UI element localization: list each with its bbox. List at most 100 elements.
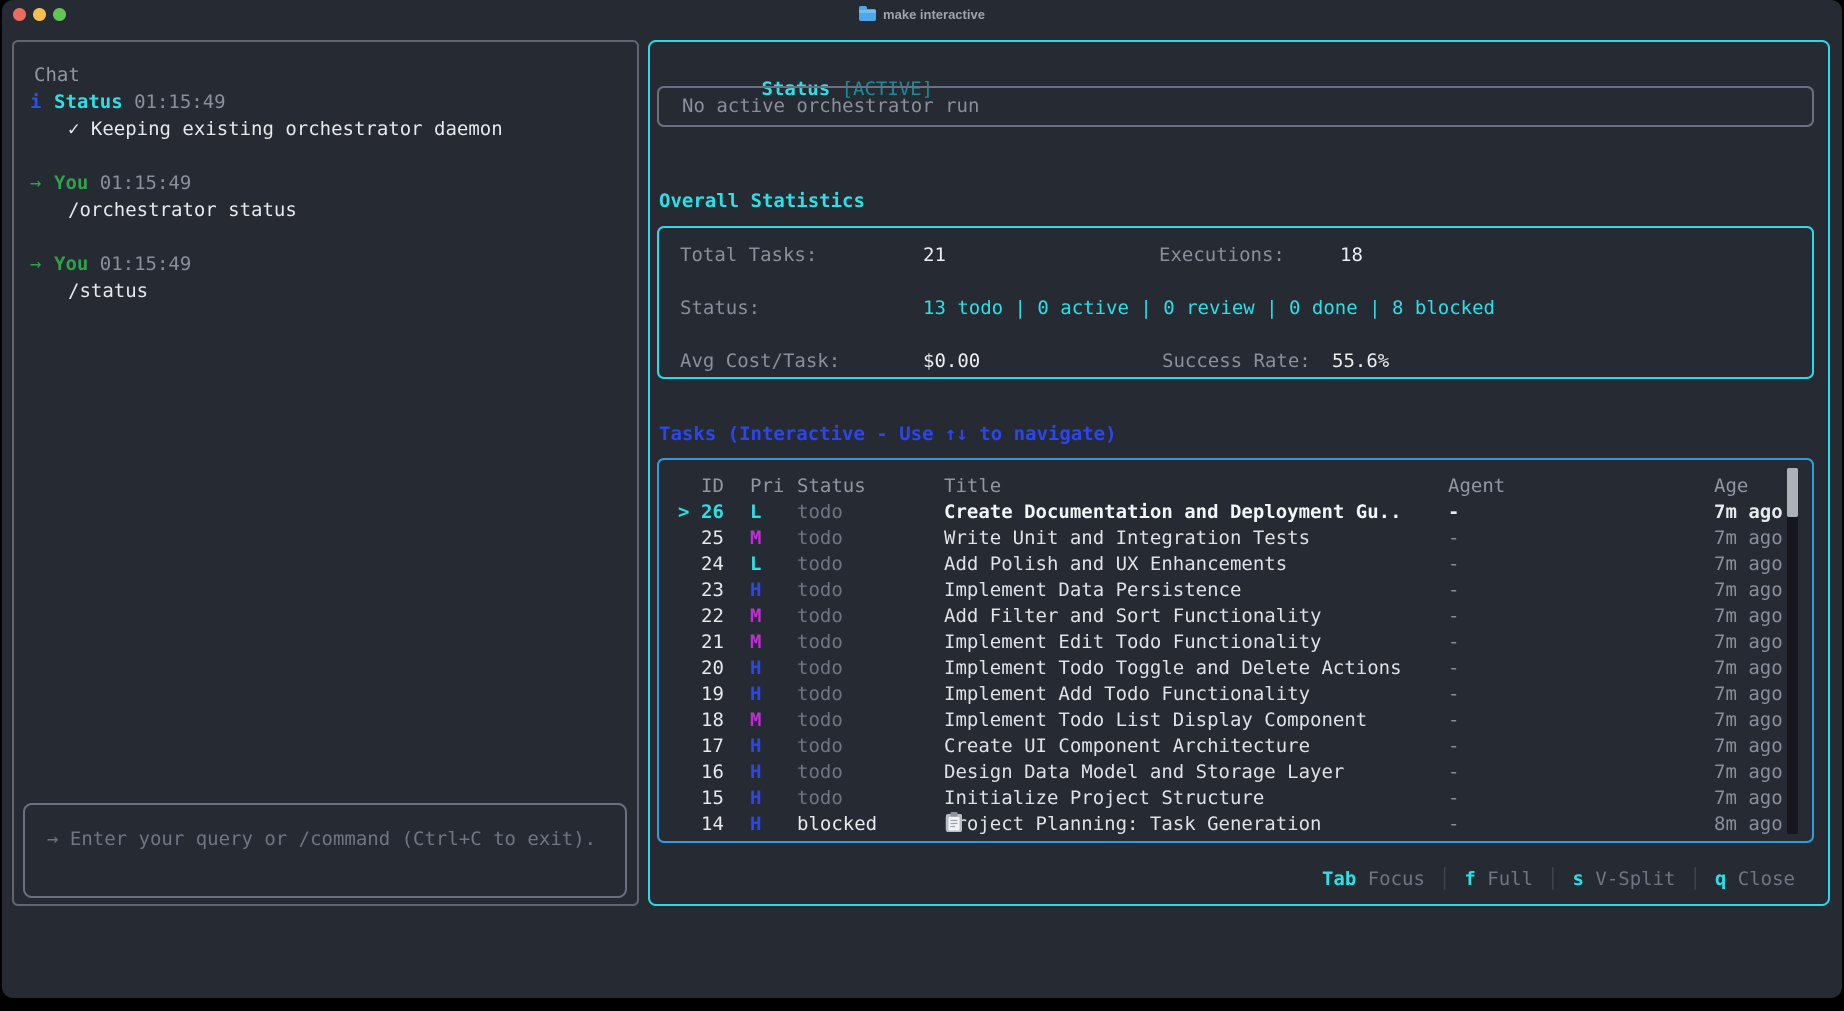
task-row[interactable]: 24 L todo Add Polish and UX Enhancements… <box>659 551 1812 577</box>
task-row[interactable]: > 26 L todo Create Documentation and Dep… <box>659 499 1812 525</box>
task-age: 7m ago <box>1714 785 1783 811</box>
task-title: Project Planning: Task Generation <box>944 811 1322 837</box>
task-id: 19 <box>701 681 724 707</box>
col-id: ID <box>701 473 724 499</box>
task-row[interactable]: 14 H blocked Project Planning: Task Gene… <box>659 811 1812 837</box>
chat-message-icon: → <box>30 251 54 278</box>
orchestrator-run-box: No active orchestrator run <box>657 86 1814 127</box>
task-status: todo <box>797 681 843 707</box>
task-agent: - <box>1448 655 1459 681</box>
task-id: 20 <box>701 655 724 681</box>
task-id: 26 <box>701 499 724 525</box>
task-id: 15 <box>701 785 724 811</box>
task-row[interactable]: 20 H todo Implement Todo Toggle and Dele… <box>659 655 1812 681</box>
task-age: 7m ago <box>1714 759 1783 785</box>
chat-message-header: →You 01:15:49 <box>30 170 620 197</box>
task-agent: - <box>1448 629 1459 655</box>
task-row[interactable]: 17 H todo Create UI Component Architectu… <box>659 733 1812 759</box>
task-priority: M <box>750 603 761 629</box>
chat-message-header: →You 01:15:49 <box>30 251 620 278</box>
status-breakdown-value: 13 todo | 0 active | 0 review | 0 done |… <box>923 295 1495 321</box>
task-status: todo <box>797 733 843 759</box>
col-agent: Agent <box>1448 473 1505 499</box>
overall-statistics-title: Overall Statistics <box>659 188 865 215</box>
task-row[interactable]: 15 H todo Initialize Project Structure -… <box>659 785 1812 811</box>
task-age: 7m ago <box>1714 577 1783 603</box>
task-row[interactable]: 19 H todo Implement Add Todo Functionali… <box>659 681 1812 707</box>
chat-input-placeholder: → Enter your query or /command (Ctrl+C t… <box>47 826 596 853</box>
keyboard-hints-bar: Tab Focus│f Full│s V-Split│q Close <box>1322 865 1795 892</box>
task-status: todo <box>797 525 843 551</box>
hint-label-focus: Focus <box>1356 868 1425 890</box>
task-agent: - <box>1448 707 1459 733</box>
task-title: Add Polish and UX Enhancements <box>944 551 1287 577</box>
task-age: 7m ago <box>1714 525 1783 551</box>
task-agent: - <box>1448 551 1459 577</box>
hint-key-focus: Tab <box>1322 868 1356 890</box>
task-status: todo <box>797 655 843 681</box>
task-age: 7m ago <box>1714 681 1783 707</box>
titlebar-center: make interactive <box>2 0 1842 28</box>
task-id: 18 <box>701 707 724 733</box>
task-agent: - <box>1448 525 1459 551</box>
task-agent: - <box>1448 681 1459 707</box>
task-row[interactable]: 18 M todo Implement Todo List Display Co… <box>659 707 1812 733</box>
task-status: todo <box>797 629 843 655</box>
task-age: 7m ago <box>1714 707 1783 733</box>
task-age: 7m ago <box>1714 655 1783 681</box>
task-row[interactable]: 25 M todo Write Unit and Integration Tes… <box>659 525 1812 551</box>
task-id: 24 <box>701 551 724 577</box>
hint-label-full: Full <box>1476 868 1533 890</box>
stats-row-status: Status: 13 todo | 0 active | 0 review | … <box>659 295 1812 321</box>
task-priority: H <box>750 785 761 811</box>
hint-separator: │ <box>1439 868 1450 890</box>
task-row[interactable]: 21 M todo Implement Edit Todo Functional… <box>659 629 1812 655</box>
chat-message-time: 01:15:49 <box>134 91 226 113</box>
window-title: make interactive <box>883 7 985 22</box>
task-priority: L <box>750 499 761 525</box>
task-row[interactable]: 23 H todo Implement Data Persistence - 7… <box>659 577 1812 603</box>
task-agent: - <box>1448 759 1459 785</box>
task-priority: L <box>750 551 761 577</box>
task-title: Write Unit and Integration Tests <box>944 525 1310 551</box>
task-id: 16 <box>701 759 724 785</box>
col-title: Title <box>944 473 1001 499</box>
orchestrator-run-message: No active orchestrator run <box>682 93 979 120</box>
orchestrator-panel: Status [ACTIVE] No active orchestrator r… <box>648 40 1830 906</box>
chat-message-sender: Status <box>54 91 123 113</box>
task-priority: H <box>750 759 761 785</box>
task-row[interactable]: 22 M todo Add Filter and Sort Functional… <box>659 603 1812 629</box>
task-row[interactable]: 16 H todo Design Data Model and Storage … <box>659 759 1812 785</box>
task-agent: - <box>1448 811 1459 837</box>
chat-message-icon: i <box>30 89 54 116</box>
tasks-scrollbar-thumb[interactable] <box>1787 468 1798 517</box>
chat-message-text: ✓ Keeping existing orchestrator daemon <box>30 116 620 143</box>
tasks-table-body: > 26 L todo Create Documentation and Dep… <box>659 499 1812 837</box>
task-agent: - <box>1448 733 1459 759</box>
task-priority: M <box>750 629 761 655</box>
task-title: Design Data Model and Storage Layer <box>944 759 1344 785</box>
chat-message-time: 01:15:49 <box>100 172 192 194</box>
task-agent: - <box>1448 577 1459 603</box>
chat-input[interactable]: → Enter your query or /command (Ctrl+C t… <box>23 803 627 898</box>
task-age: 7m ago <box>1714 551 1783 577</box>
task-status: todo <box>797 759 843 785</box>
task-priority: H <box>750 681 761 707</box>
task-title: Implement Data Persistence <box>944 577 1241 603</box>
tasks-scrollbar[interactable] <box>1787 468 1798 834</box>
task-status: todo <box>797 499 843 525</box>
overall-statistics-box: Total Tasks: 21 Executions: 18 Status: 1… <box>657 226 1814 379</box>
hint-label-close: Close <box>1726 868 1795 890</box>
window-titlebar: make interactive <box>2 0 1842 28</box>
chat-message-sender: You <box>54 172 88 194</box>
terminal-window: make interactive Chat iStatus 01:15:49 ✓… <box>2 0 1842 998</box>
success-rate-label: Success Rate: <box>1162 348 1311 374</box>
executions-value: 18 <box>1340 242 1363 268</box>
tasks-table: ID Pri Status Title Agent Age > 26 L tod… <box>657 458 1814 843</box>
chat-message-log: iStatus 01:15:49 ✓ Keeping existing orch… <box>30 89 620 305</box>
task-title: Create UI Component Architecture <box>944 733 1310 759</box>
task-id: 14 <box>701 811 724 837</box>
task-id: 23 <box>701 577 724 603</box>
chat-message-time: 01:15:49 <box>100 253 192 275</box>
hint-separator: │ <box>1547 868 1558 890</box>
